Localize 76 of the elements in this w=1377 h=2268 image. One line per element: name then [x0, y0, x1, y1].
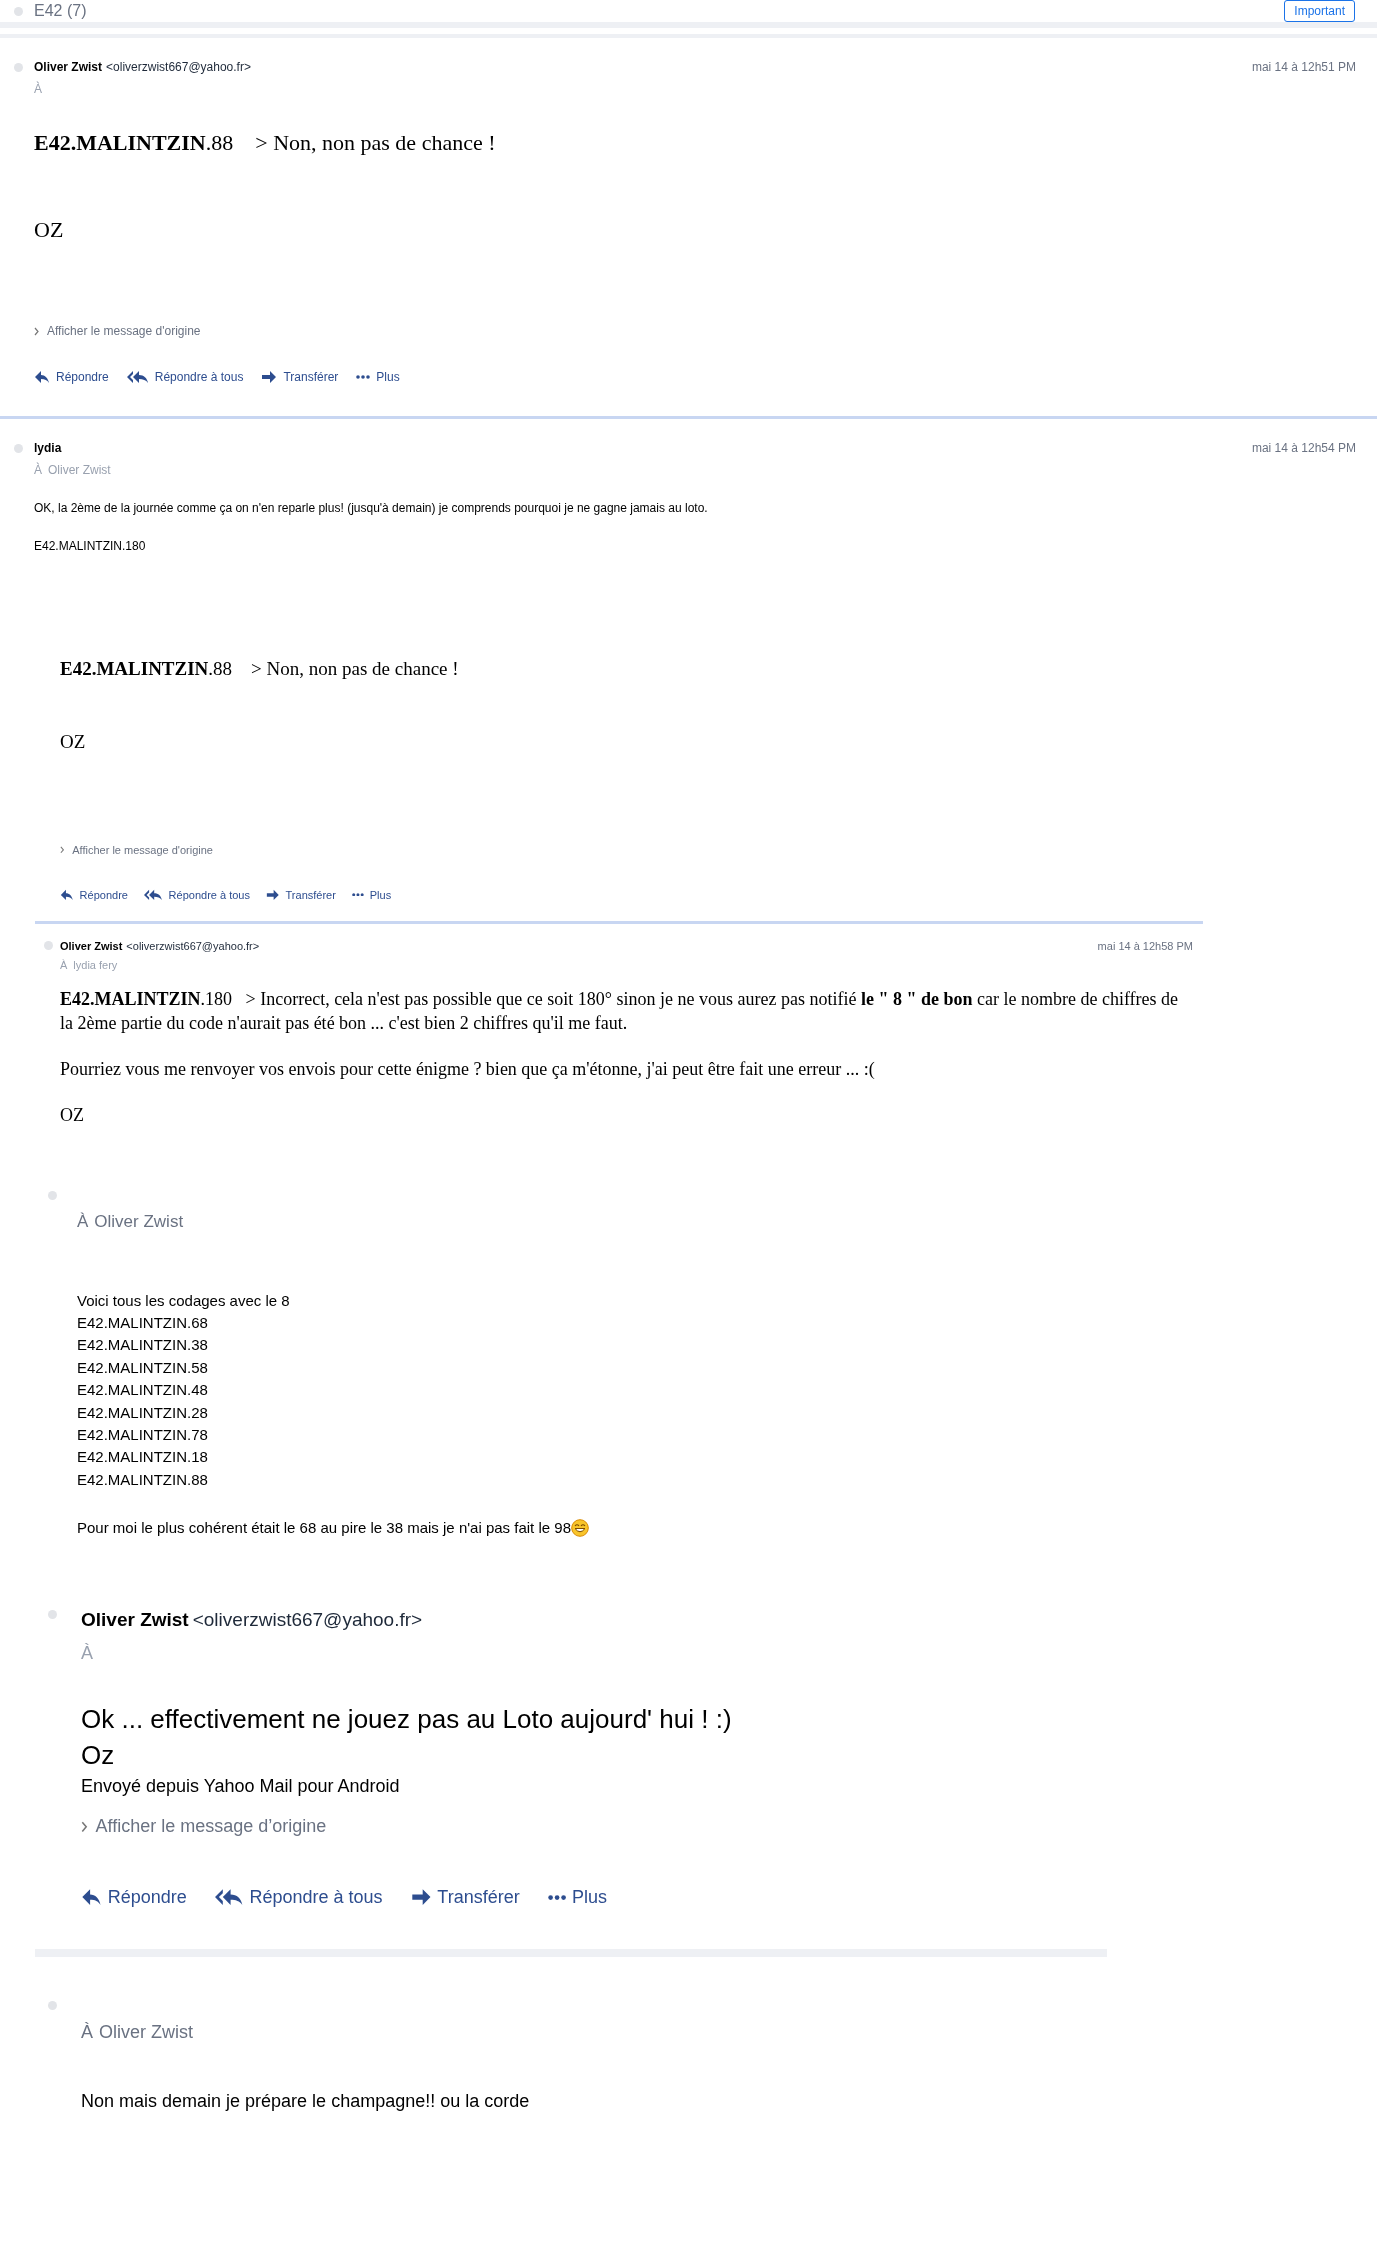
- more-dots-icon: [351, 893, 364, 897]
- message-text: E42.MALINTZIN.88 > Non, non pas de chance !: [34, 129, 497, 157]
- more-dots-icon: [547, 1894, 566, 1901]
- sender-email: <oliverzwist667@yahoo.fr>: [106, 59, 251, 76]
- to-label: À: [81, 1642, 93, 1666]
- recipient-name: lydia fery: [73, 957, 118, 973]
- smiley-icon: [571, 1518, 589, 1537]
- message-action-button[interactable]: Répondre à tous: [143, 886, 250, 903]
- sender-email: <oliverzwist667@yahoo.fr>: [126, 939, 260, 954]
- sender-name: Oliver Zwist: [34, 59, 103, 76]
- message-date: mai 14 à 12h54 PM: [1251, 440, 1356, 457]
- message-date: mai 14 à 12h51 PM: [1251, 59, 1356, 76]
- message-date: mai 14 à 12h58 PM: [1097, 939, 1193, 954]
- to-label: À: [77, 1211, 89, 1233]
- message-action-button[interactable]: Plus: [356, 368, 400, 386]
- double-reply-arrow-icon: [126, 370, 149, 384]
- message-action-button[interactable]: Transférer: [410, 1884, 520, 1912]
- recipient-name: Oliver Zwist: [48, 462, 111, 479]
- reply-arrow-icon: [34, 370, 50, 384]
- message-text: E42.MALINTZIN.180 > Incorrect, cela n'est pas possible que ce soit 180° sinon je ne vous aurez pas notifié le " 8 " de bon car le nombre de chiffres de la 2ème partie du code n'aurait pas été bon ... c'est bien 2 chiffres qu'il me faut.: [60, 988, 1180, 1035]
- to-label: À: [60, 957, 68, 973]
- more-dots-icon: [356, 375, 371, 379]
- reply-arrow-icon: [60, 888, 74, 901]
- show-original-link[interactable]: Afficher le message d'origine: [60, 842, 1203, 859]
- to-label: À: [34, 80, 42, 98]
- reply-arrow-icon: [81, 1888, 102, 1907]
- message-line: E42.MALINTZIN.18: [77, 1447, 209, 1468]
- recipient-name: Oliver Zwist: [94, 1211, 184, 1233]
- chevron-right-icon: [60, 846, 65, 855]
- message-text: E42.MALINTZIN.88: [77, 1469, 209, 1490]
- sender-email: <oliverzwist667@yahoo.fr>: [192, 1607, 423, 1632]
- show-original-link[interactable]: Afficher le message d’origine: [81, 1813, 1107, 1841]
- important-button[interactable]: Important: [1284, 0, 1355, 22]
- message-text: OZ: [34, 216, 65, 244]
- message-text: E42.MALINTZIN.88 > Non, non pas de chance !: [60, 657, 460, 681]
- to-label: À: [81, 2021, 93, 2045]
- message-action-button[interactable]: Répondre à tous: [126, 368, 244, 386]
- message-line: Oz: [81, 1739, 116, 1773]
- double-reply-arrow-icon: [143, 888, 163, 901]
- message-line: E42.MALINTZIN.68: [77, 1312, 209, 1333]
- sender-name: Oliver Zwist: [60, 939, 123, 954]
- message-text: OZ: [60, 1104, 85, 1127]
- right-arrow-icon: [265, 888, 280, 901]
- right-arrow-icon: [261, 370, 278, 384]
- right-arrow-icon: [410, 1888, 432, 1907]
- message-text: OK, la 2ème de la journée comme ça on n'en reparle plus! (jusqu'à demain) je comprends pourquoi je ne gagne jamais au loto.: [34, 500, 709, 517]
- message-text: E42.MALINTZIN.180: [34, 538, 147, 555]
- sender-name: lydia: [34, 440, 62, 457]
- message-action-button[interactable]: Répondre: [34, 368, 109, 386]
- show-original-link[interactable]: Afficher le message d'origine: [34, 322, 1356, 340]
- recipient-name: Oliver Zwist: [99, 2021, 193, 2045]
- message-line: Voici tous les codages avec le 8: [77, 1290, 291, 1311]
- message-line: E42.MALINTZIN.58: [77, 1357, 209, 1378]
- message-action-button[interactable]: Transférer: [265, 886, 336, 903]
- message-action-button[interactable]: Transférer: [261, 368, 339, 386]
- sender-name: Oliver Zwist: [81, 1607, 189, 1632]
- message-line: E42.MALINTZIN.78: [77, 1424, 209, 1445]
- message-action-button[interactable]: Répondre: [60, 886, 128, 903]
- double-reply-arrow-icon: [214, 1888, 244, 1907]
- message-action-button[interactable]: Plus: [351, 886, 392, 903]
- message-line: E42.MALINTZIN.48: [77, 1380, 209, 1401]
- chevron-right-icon: [34, 326, 39, 336]
- message-text: Pourriez vous me renvoyer vos envois pour cette énigme ? bien que ça m'étonne, j'ai peut être fait une erreur ... :(: [60, 1058, 876, 1081]
- message-line: E42.MALINTZIN.38: [77, 1335, 209, 1356]
- message-text: OZ: [60, 729, 87, 754]
- message-text: Non mais demain je prépare le champagne!! ou la corde: [81, 2090, 531, 2114]
- message-line: Ok ... effectivement ne jouez pas au Loto aujourd' hui ! :): [81, 1703, 733, 1737]
- message-action-button[interactable]: Plus: [547, 1884, 607, 1912]
- message-action-button[interactable]: Répondre: [81, 1884, 187, 1912]
- thread-title: E42 (7): [34, 1, 88, 21]
- message-action-button[interactable]: Répondre à tous: [214, 1884, 383, 1912]
- message-line: E42.MALINTZIN.28: [77, 1402, 209, 1423]
- message-line: Envoyé depuis Yahoo Mail pour Android: [81, 1775, 401, 1799]
- message-text: Pour moi le plus cohérent était le 68 au pire le 38 mais je n'ai pas fait le 98: [77, 1518, 571, 1539]
- chevron-right-icon: [81, 1820, 88, 1833]
- to-label: À: [34, 461, 42, 479]
